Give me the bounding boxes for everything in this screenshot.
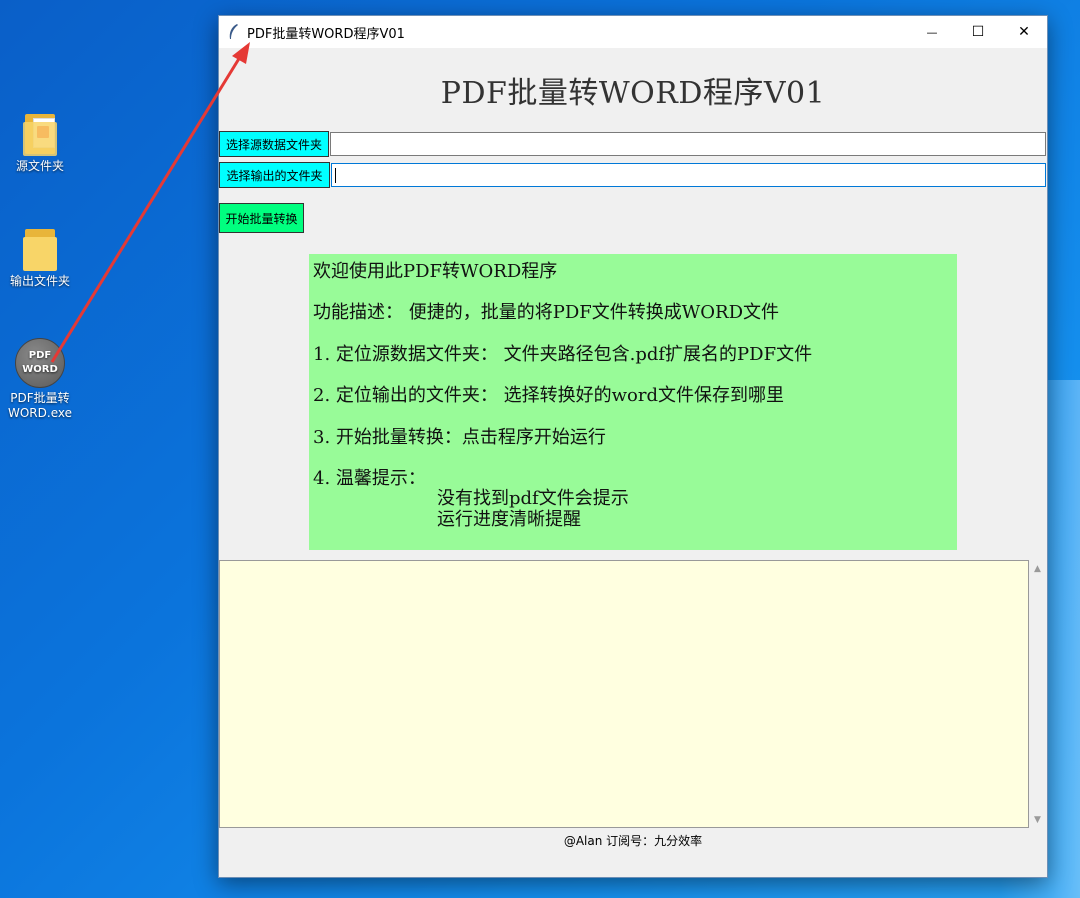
badge-top: PDF	[28, 350, 52, 361]
folder-icon	[23, 112, 57, 156]
window-title: PDF批量转WORD程序V01	[247, 27, 405, 42]
desktop-icon-label: 源文件夹	[15, 159, 64, 173]
folder-icon	[23, 227, 57, 271]
source-folder-input[interactable]	[330, 132, 1046, 156]
desktop-icon-label: PDF批量转 WORD.exe	[0, 391, 80, 421]
select-source-folder-button[interactable]: 选择源数据文件夹	[219, 131, 329, 157]
info-panel: 欢迎使用此PDF转WORD程序 功能描述： 便捷的，批量的将PDF文件转换成WO…	[309, 254, 957, 550]
info-tip-2: 运行进度清晰提醒	[437, 509, 581, 530]
label-line-2: WORD.exe	[8, 406, 72, 420]
start-batch-convert-button[interactable]: 开始批量转换	[219, 203, 304, 233]
app-window: PDF批量转WORD程序V01 — ☐ ✕ PDF批量转WORD程序V01 选择…	[218, 15, 1048, 878]
info-welcome: 欢迎使用此PDF转WORD程序	[313, 261, 558, 282]
close-button[interactable]: ✕	[1001, 16, 1047, 48]
label-line-1: PDF批量转	[10, 391, 70, 405]
feather-icon	[229, 24, 238, 39]
text-caret	[335, 168, 336, 183]
scroll-up-icon[interactable]: ▲	[1029, 560, 1046, 577]
maximize-icon: ☐	[971, 24, 985, 40]
maximize-button[interactable]: ☐	[955, 16, 1001, 48]
desktop-icon-label: 输出文件夹	[9, 274, 70, 288]
scroll-down-icon[interactable]: ▼	[1029, 811, 1046, 828]
output-folder-input[interactable]	[331, 163, 1046, 187]
desktop-icon-source-folder[interactable]: 源文件夹	[0, 112, 80, 174]
pdf-word-app-icon: PDF WORD	[15, 338, 65, 388]
app-heading: PDF批量转WORD程序V01	[440, 76, 826, 111]
info-step-1: 1. 定位源数据文件夹： 文件夹路径包含.pdf扩展名的PDF文件	[313, 344, 813, 365]
log-scrollbar[interactable]: ▲ ▼	[1029, 560, 1046, 828]
minimize-icon: —	[926, 25, 938, 39]
info-description: 功能描述： 便捷的，批量的将PDF文件转换成WORD文件	[313, 302, 779, 323]
title-bar[interactable]: PDF批量转WORD程序V01 — ☐ ✕	[219, 16, 1047, 48]
info-step-4: 4. 温馨提示：	[313, 468, 426, 489]
footer-credit: @Alan 订阅号：九分效率	[563, 834, 703, 848]
minimize-button[interactable]: —	[909, 16, 955, 48]
badge-bottom: WORD	[22, 364, 58, 375]
desktop-icon-output-folder[interactable]: 输出文件夹	[0, 227, 80, 289]
log-output-area[interactable]	[219, 560, 1029, 828]
info-step-3: 3. 开始批量转换：点击程序开始运行	[313, 427, 606, 448]
select-output-folder-button[interactable]: 选择输出的文件夹	[219, 162, 330, 188]
close-icon: ✕	[1018, 24, 1030, 40]
info-step-2: 2. 定位输出的文件夹： 选择转换好的word文件保存到哪里	[313, 385, 784, 406]
desktop-icon-exe[interactable]: PDF WORD PDF批量转 WORD.exe	[0, 338, 80, 421]
